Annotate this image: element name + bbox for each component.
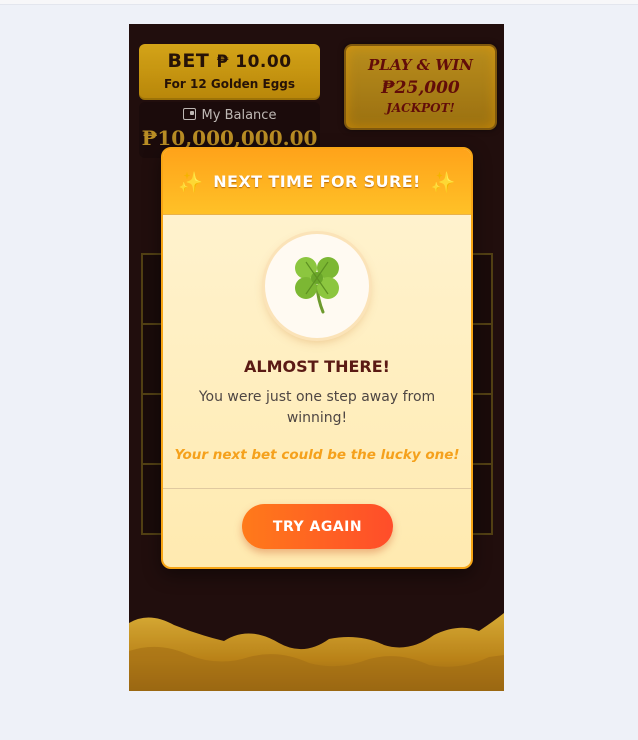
browser-top-strip bbox=[0, 0, 638, 5]
sparkle-icon: ✨ bbox=[178, 169, 204, 194]
result-heading: ALMOST THERE! bbox=[244, 357, 390, 376]
try-again-button[interactable]: TRY AGAIN bbox=[242, 504, 393, 549]
result-message: You were just one step away from winning… bbox=[198, 389, 436, 426]
lucky-tagline: Your next bet could be the lucky one! bbox=[174, 447, 460, 463]
clover-badge bbox=[265, 234, 369, 338]
modal-divider bbox=[163, 488, 471, 489]
result-modal: ✨ NEXT TIME FOR SURE! ✨ ALMOST THERE! Yo… bbox=[161, 147, 473, 569]
clover-icon bbox=[295, 257, 339, 314]
modal-title: NEXT TIME FOR SURE! bbox=[213, 172, 421, 191]
modal-header: ✨ NEXT TIME FOR SURE! ✨ bbox=[163, 149, 471, 215]
sparkle-icon: ✨ bbox=[430, 169, 456, 194]
